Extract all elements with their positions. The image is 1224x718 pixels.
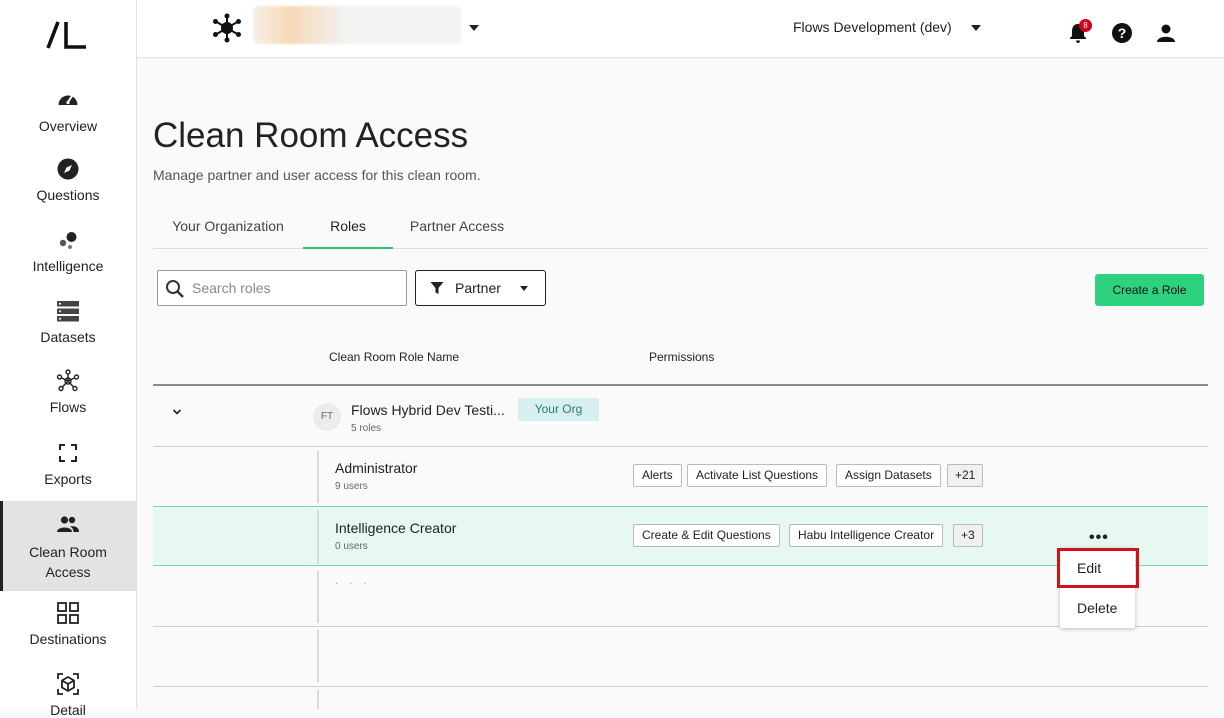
permission-chip: Activate List Questions [687, 464, 828, 487]
your-org-badge: Your Org [518, 398, 599, 421]
role-user-count: 9 users [335, 481, 368, 492]
obscured-row-text: · · · [335, 578, 371, 589]
permission-chip: Create & Edit Questions [633, 524, 780, 547]
bubbles-icon [59, 232, 77, 249]
tree-guide-line [317, 630, 319, 682]
row-divider [153, 626, 1208, 627]
sidebar-item-destinations[interactable]: Destinations [0, 601, 136, 647]
org-selector-redacted[interactable] [253, 6, 461, 44]
permission-chip: Habu Intelligence Creator [789, 524, 944, 547]
filter-icon [430, 282, 444, 294]
menu-item-delete[interactable]: Delete [1060, 588, 1135, 628]
network-icon [56, 369, 80, 392]
sidebar-item-detail[interactable]: Detail [0, 672, 136, 718]
tab-roles[interactable]: Roles [303, 205, 393, 249]
top-bar: Flows Development (dev) ? [137, 0, 1224, 58]
people-icon [57, 516, 79, 532]
tab-bar: Your Organization Roles Partner Access [153, 205, 1208, 249]
sidebar-item-exports[interactable]: Exports [0, 441, 136, 487]
notification-badge: 8 [1079, 19, 1092, 32]
column-header-role-name[interactable]: Clean Room Role Name [329, 350, 459, 364]
sidebar-item-label: Questions [36, 187, 100, 203]
org-logo-icon[interactable] [212, 13, 242, 43]
search-input[interactable] [192, 278, 397, 298]
role-user-count: 0 users [335, 541, 368, 552]
sidebar-item-label: Flows [49, 399, 87, 415]
tab-your-organization[interactable]: Your Organization [153, 205, 303, 249]
svg-text:?: ? [1118, 25, 1127, 41]
org-selector-chevron-down-icon[interactable] [469, 25, 479, 31]
environment-selector[interactable]: Flows Development (dev) [793, 19, 952, 35]
grid-icon [57, 602, 79, 624]
org-role-count: 5 roles [351, 423, 382, 434]
permission-more-chip[interactable]: +3 [953, 524, 983, 547]
permission-chip: Alerts [633, 464, 682, 487]
role-name: Administrator [335, 460, 418, 476]
tree-guide-line [317, 690, 319, 709]
column-header-permissions[interactable]: Permissions [649, 350, 714, 364]
permission-chip: Assign Datasets [836, 464, 941, 487]
database-icon [57, 301, 79, 322]
cube-icon [57, 673, 79, 695]
partner-filter-label: Partner [455, 280, 501, 296]
brand-logo[interactable] [46, 20, 90, 50]
sidebar-item-intelligence[interactable]: Intelligence [0, 228, 136, 274]
sidebar-item-questions[interactable]: Questions [0, 157, 136, 203]
sidebar: Overview Questions Intelligence Datasets… [0, 0, 137, 718]
sidebar-item-flows[interactable]: Flows [0, 369, 136, 415]
row-context-menu: Edit Delete [1057, 548, 1139, 628]
more-actions-icon[interactable]: ••• [1089, 529, 1109, 547]
permission-more-chip[interactable]: +21 [947, 464, 984, 487]
page-title: Clean Room Access [153, 116, 469, 155]
page-subtitle: Manage partner and user access for this … [153, 167, 481, 183]
sidebar-item-overview[interactable]: Overview [0, 88, 136, 134]
sidebar-item-clean-room-access[interactable]: Clean Room Access [0, 501, 136, 591]
search-box [157, 270, 407, 306]
sidebar-item-label: Datasets [40, 329, 96, 345]
tab-partner-access[interactable]: Partner Access [393, 205, 521, 249]
sidebar-item-label: Intelligence [32, 258, 104, 274]
sidebar-item-label: Detail [50, 702, 86, 718]
chevron-down-icon [520, 286, 528, 291]
avatar: FT [313, 403, 341, 431]
tree-guide-line [317, 451, 319, 503]
environment-chevron-down-icon[interactable] [971, 25, 981, 31]
row-divider [153, 686, 1208, 687]
partner-filter-button[interactable]: Partner [415, 270, 546, 306]
user-account-icon[interactable] [1155, 22, 1177, 44]
sidebar-item-label: Clean Room Access [29, 544, 107, 580]
sidebar-item-label: Overview [38, 118, 98, 134]
tree-guide-line [317, 571, 319, 623]
gauge-icon [58, 95, 78, 105]
role-name: Intelligence Creator [335, 520, 457, 536]
export-frame-icon [59, 444, 77, 462]
tree-guide-line [317, 510, 319, 564]
table-header-divider [153, 384, 1208, 386]
compass-icon [57, 158, 79, 180]
help-icon[interactable]: ? [1111, 22, 1133, 44]
sidebar-item-label: Exports [44, 471, 92, 487]
menu-item-edit[interactable]: Edit [1057, 548, 1139, 588]
sidebar-item-label: Destinations [29, 631, 107, 647]
search-icon [166, 280, 184, 298]
chevron-down-icon[interactable] [171, 406, 183, 418]
create-role-button[interactable]: Create a Role [1095, 274, 1204, 306]
org-name: Flows Hybrid Dev Testi... [351, 402, 505, 418]
sidebar-item-datasets[interactable]: Datasets [0, 299, 136, 345]
